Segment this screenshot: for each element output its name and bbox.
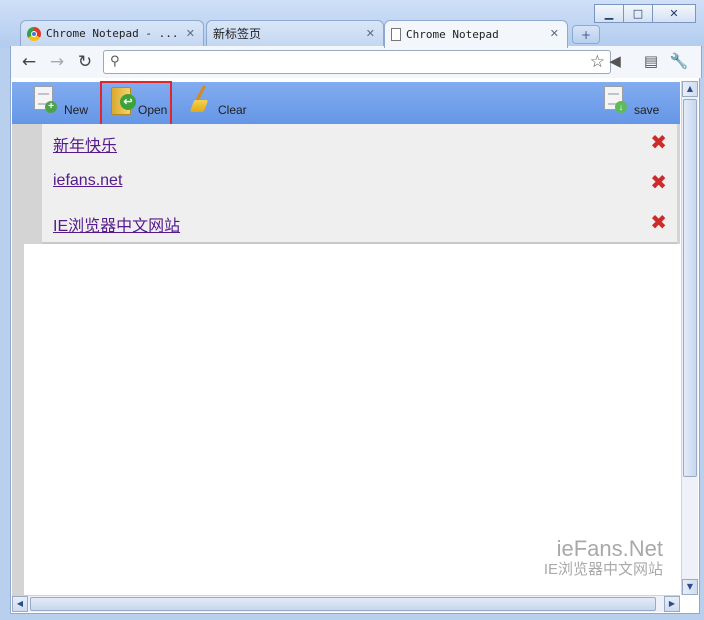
browser-window: ▁ □ ✕ Chrome Notepad - ... ✕ 新标签页 ✕ Chro… [0,0,704,620]
tab-label: 新标签页 [213,27,262,41]
page-content: + New ↩ Open Clear ↓ save 新年快乐 ✖ iefans.… [10,78,700,614]
tab-new-tab[interactable]: 新标签页 ✕ [206,20,384,46]
delete-icon[interactable]: ✖ [650,170,667,194]
vertical-scrollbar[interactable]: ▲ ▼ [681,81,698,595]
browser-toolbar: ← → ↻ ⚲ ☆ ◀ ▤ 🔧 [10,46,702,78]
tab-chrome-notepad-1[interactable]: Chrome Notepad - ... ✕ [20,20,204,46]
new-tab-button[interactable]: + [572,25,600,44]
clear-label: Clear [218,103,247,117]
note-link[interactable]: iefans.net [53,172,122,190]
window-controls: ▁ □ ✕ [594,4,696,23]
clear-button[interactable]: Clear [184,82,254,124]
notes-list: 新年快乐 ✖ iefans.net ✖ IE浏览器中文网站 ✖ [42,124,677,244]
forward-icon[interactable]: → [47,52,67,72]
list-item: 新年快乐 ✖ [42,124,677,164]
tab-close-icon[interactable]: ✕ [550,27,559,40]
tab-label: Chrome Notepad [406,28,499,41]
minimize-button[interactable]: ▁ [594,4,624,23]
search-icon: ⚲ [110,54,120,69]
star-icon[interactable]: ☆ [590,52,605,72]
open-highlight-box [100,81,172,128]
delete-icon[interactable]: ✖ [650,130,667,154]
wrench-icon[interactable]: 🔧 [669,52,689,70]
scroll-down-icon[interactable]: ▼ [682,579,698,595]
broom-icon [189,85,212,114]
tab-chrome-notepad-active[interactable]: Chrome Notepad ✕ [384,20,568,48]
save-document-icon: ↓ [604,86,627,113]
new-document-icon: + [34,86,57,113]
scroll-right-icon[interactable]: ▶ [664,596,680,612]
horizontal-scrollbar[interactable]: ◀ ▶ [12,595,680,612]
page-icon [391,28,401,41]
save-label: save [634,103,660,117]
page-menu-icon[interactable]: ▤ [641,52,661,70]
reload-icon[interactable]: ↻ [75,52,95,72]
list-item: IE浏览器中文网站 ✖ [42,204,677,244]
tab-close-icon[interactable]: ✕ [186,27,195,40]
notes-panel: 新年快乐 ✖ iefans.net ✖ IE浏览器中文网站 ✖ [12,124,680,244]
new-button[interactable]: + New [34,82,94,124]
tab-label: Chrome Notepad - ... [46,27,179,40]
watermark-line1: ieFans.Net [556,536,663,561]
save-button[interactable]: ↓ save [604,82,664,124]
address-bar[interactable]: ⚲ ☆ [103,50,611,74]
scroll-left-icon[interactable]: ◀ [12,596,28,612]
watermark: ieFans.Net IE浏览器中文网站 [544,537,663,579]
tab-close-icon[interactable]: ✕ [366,27,375,40]
speaker-icon[interactable]: ◀ [605,52,625,70]
horizontal-scroll-thumb[interactable] [30,597,656,611]
vertical-scroll-thumb[interactable] [683,99,697,477]
delete-icon[interactable]: ✖ [650,210,667,234]
notepad-toolbar: + New ↩ Open Clear ↓ save [12,81,680,128]
chrome-icon [27,26,41,41]
maximize-button[interactable]: □ [623,4,653,23]
back-icon[interactable]: ← [19,52,39,72]
close-window-button[interactable]: ✕ [652,4,696,23]
scroll-up-icon[interactable]: ▲ [682,81,698,97]
left-gutter [12,244,24,596]
note-link[interactable]: 新年快乐 [53,132,117,156]
title-bar: ▁ □ ✕ Chrome Notepad - ... ✕ 新标签页 ✕ Chro… [0,0,704,48]
new-label: New [64,103,89,117]
note-link[interactable]: IE浏览器中文网站 [53,212,180,236]
watermark-line2: IE浏览器中文网站 [543,561,663,578]
list-item: iefans.net ✖ [42,164,677,204]
